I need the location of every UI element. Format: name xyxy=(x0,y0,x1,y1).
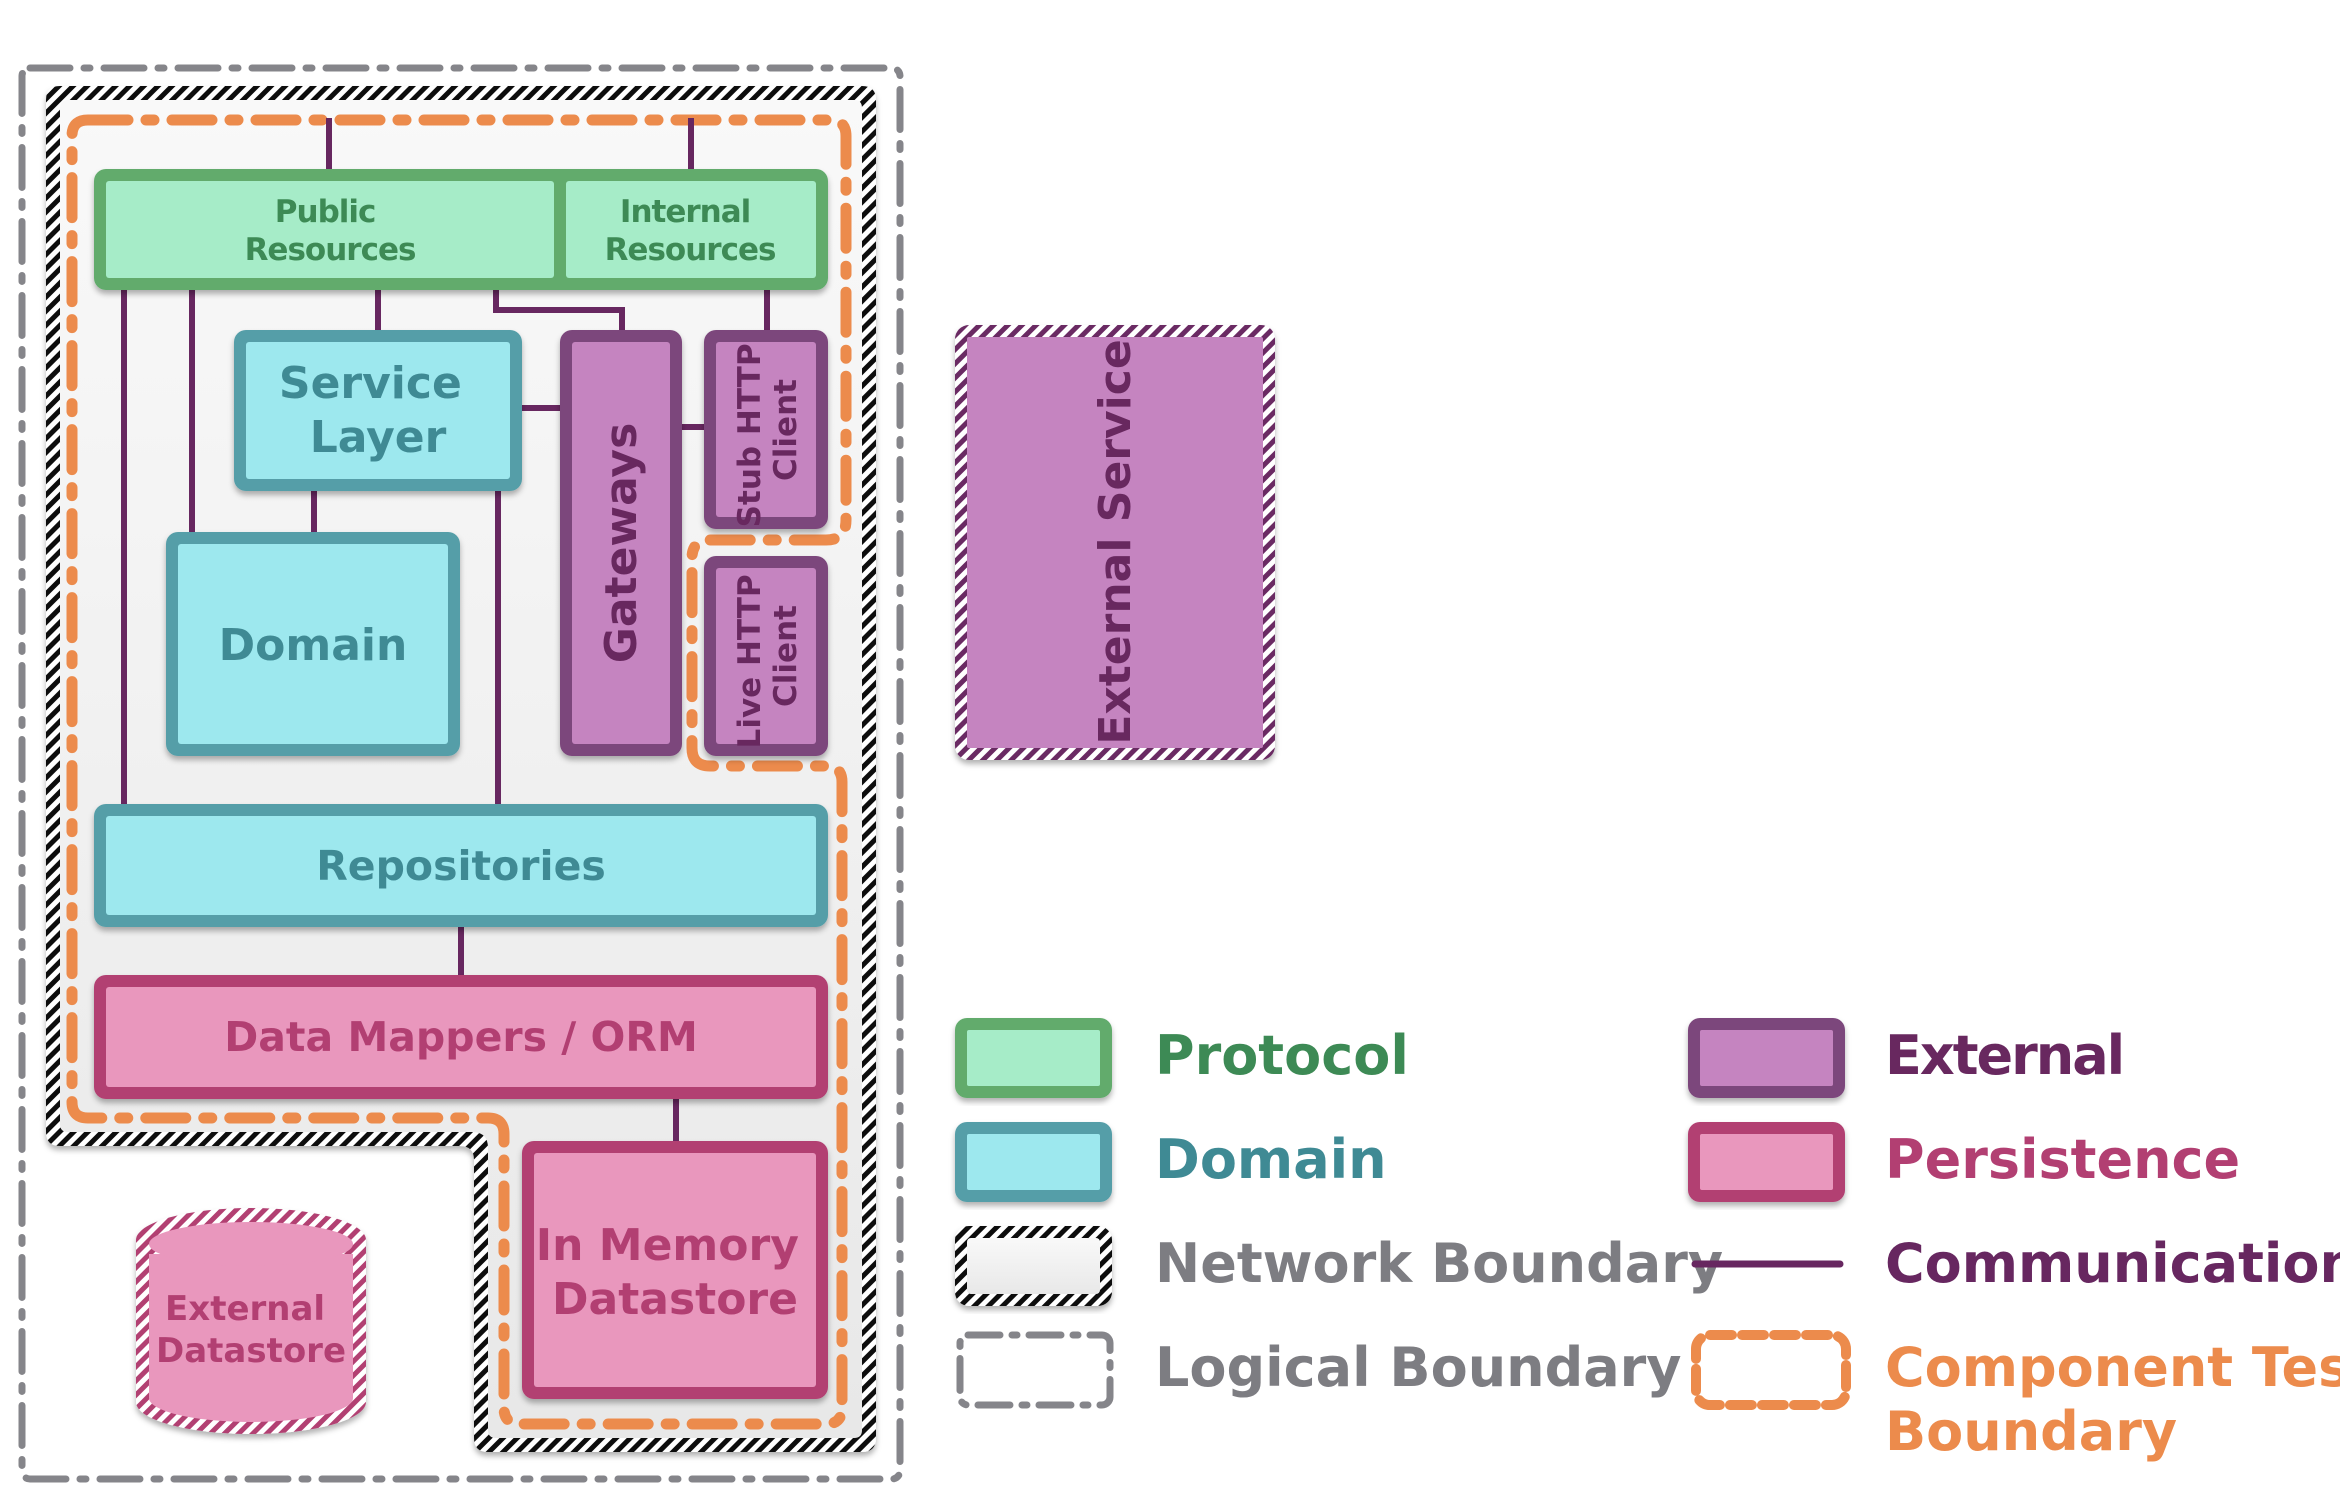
legend-persistence-swatch-fill xyxy=(1700,1134,1833,1190)
legend-protocol-label: Protocol xyxy=(1155,1024,1409,1087)
architecture-diagram: Public Resources Internal Resources Serv… xyxy=(18,64,2340,1483)
legend-component-test-swatch xyxy=(1691,1330,1851,1410)
legend-domain-swatch-fill xyxy=(967,1134,1100,1190)
legend-domain-label: Domain xyxy=(1155,1128,1387,1191)
data-mappers-label: Data Mappers / ORM xyxy=(224,1013,698,1061)
legend-logical-boundary-label: Logical Boundary xyxy=(1155,1336,1682,1399)
repositories-label: Repositories xyxy=(316,842,606,890)
legend-external-label: External xyxy=(1885,1024,2123,1087)
legend-component-test-label: Component Test Boundary xyxy=(1885,1336,2340,1463)
legend-network-boundary-label: Network Boundary xyxy=(1155,1232,1723,1295)
legend-protocol-swatch-fill xyxy=(967,1030,1100,1086)
domain-label: Domain xyxy=(219,620,408,671)
legend-persistence-label: Persistence xyxy=(1885,1128,2240,1191)
gateways-label: Gateways xyxy=(596,423,647,664)
legend-external-swatch-fill xyxy=(1700,1030,1833,1086)
legend-network-boundary-swatch-fill xyxy=(967,1238,1100,1294)
legend: Protocol Domain Network Boundary Logical… xyxy=(955,1018,2340,1463)
external-service-label: External Service xyxy=(1090,339,1141,744)
legend-logical-boundary-swatch xyxy=(956,1331,1114,1409)
external-datastore-top xyxy=(149,1222,353,1266)
legend-communication-label: Communication xyxy=(1885,1232,2340,1295)
